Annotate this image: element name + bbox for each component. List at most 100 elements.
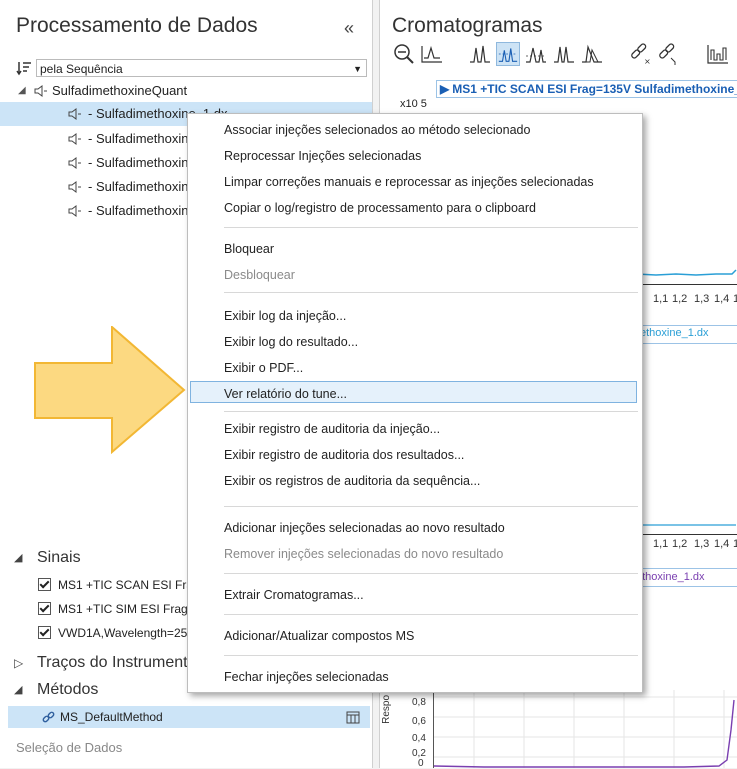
collapse-triangle-icon[interactable]: ◢ (14, 545, 22, 571)
menu-item[interactable]: Exibir registro de auditoria dos resulta… (224, 447, 464, 463)
tree-item-label: - Sulfadimethoxine (88, 203, 196, 218)
menu-separator (224, 614, 638, 615)
menu-item[interactable]: Associar injeções selecionados ao método… (224, 122, 530, 138)
menu-item[interactable]: Copiar o log/registro de processamento p… (224, 200, 536, 216)
x-tick-label: 1,4 (714, 293, 730, 305)
panel-title: Processamento de Dados (16, 14, 258, 37)
method-item-label: MS_DefaultMethod (60, 710, 163, 724)
x-tick-label: 1 (733, 293, 737, 305)
sort-select-value: pela Sequência (40, 62, 123, 76)
signal-item[interactable]: VWD1A,Wavelength=250 (38, 625, 194, 641)
menu-item[interactable]: Extrair Cromatogramas... (224, 587, 364, 603)
menu-item[interactable]: Exibir os registros de auditoria da sequ… (224, 473, 480, 489)
link-filter-icon[interactable] (656, 42, 680, 66)
tree-item-label: - Sulfadimethoxine (88, 179, 196, 194)
menu-item: Remover injeções selecionadas do novo re… (224, 547, 504, 561)
plot-header[interactable]: ▶ MS1 +TIC SCAN ESI Frag=135V Sulfadimeth… (436, 80, 737, 98)
zoom-icon[interactable] (392, 42, 416, 66)
tree-item-label: - Sulfadimethoxine (88, 155, 196, 170)
sort-icon[interactable] (16, 60, 32, 76)
y-tick-label: 0,4 (412, 733, 426, 744)
section-methods-title: Métodos (37, 681, 99, 698)
menu-item[interactable]: Exibir log do resultado... (224, 334, 358, 350)
menu-item[interactable]: Fechar injeções selecionadas (224, 669, 389, 685)
chromatogram-trace-1 (636, 269, 737, 276)
svg-text:×: × (644, 57, 651, 66)
speaker-icon (68, 157, 81, 169)
integrate-icon[interactable] (524, 42, 548, 66)
y-tick-label: 0,6 (412, 716, 426, 727)
x-tick-label: 1,1 (653, 293, 669, 305)
x-axis-line-2 (641, 534, 737, 535)
play-triangle-icon[interactable]: ▶ (440, 82, 449, 96)
menu-separator (224, 506, 638, 507)
menu-separator (224, 227, 638, 228)
plot-header-label: MS1 +TIC SCAN ESI Frag=135V Sulfadimetho… (452, 82, 737, 96)
x-tick-label: 1,4 (714, 538, 730, 550)
plot-2-label: ethoxine_1.dx (640, 327, 709, 339)
tree-root[interactable]: ◢ SulfadimethoxineQuant (0, 79, 372, 103)
menu-item[interactable]: Exibir log da injeção... (224, 308, 346, 324)
method-settings-icon[interactable] (346, 710, 360, 724)
y-tick-label: 0,8 (412, 697, 426, 708)
overlay-peaks-icon[interactable] (496, 42, 520, 66)
tree-item-label: - Sulfadimethoxine (88, 131, 196, 146)
x-axis-line-1 (641, 284, 737, 285)
section-instrument-traces-title: Traços do Instrumento (37, 654, 197, 671)
menu-separator (224, 573, 638, 574)
chromatogram-trace-2 (641, 524, 736, 526)
speaker-icon (68, 181, 81, 193)
section-signals-title: Sinais (37, 549, 81, 566)
menu-item[interactable]: Ver relatório do tune... (224, 386, 347, 402)
menu-item: Desbloquear (224, 268, 295, 282)
signal-label: VWD1A,Wavelength=250 (58, 626, 194, 640)
menu-item[interactable]: Bloquear (224, 241, 274, 257)
menu-separator (224, 655, 638, 656)
menu-separator (224, 411, 638, 412)
signal-checkbox[interactable] (38, 578, 51, 591)
menu-item[interactable]: Adicionar/Atualizar compostos MS (224, 628, 414, 644)
y-tick-label: 0 (418, 758, 424, 769)
tailing-peaks-icon[interactable] (580, 42, 604, 66)
pointer-arrow-icon (34, 326, 186, 454)
x-tick-label: 1,3 (694, 293, 710, 305)
y-axis-label: Respo (381, 695, 392, 724)
expand-triangle-icon[interactable]: ◢ (18, 79, 26, 103)
baseline-icon[interactable] (420, 42, 444, 66)
signal-checkbox[interactable] (38, 602, 51, 615)
menu-item[interactable]: Exibir o PDF... (224, 360, 303, 376)
plot-3-label: ethoxine_1.dx (636, 571, 705, 583)
y-axis-exponent: x10 5 (400, 98, 427, 110)
menu-item[interactable]: Limpar correções manuais e reprocessar a… (224, 174, 594, 190)
menu-separator (224, 292, 638, 293)
link-icon (42, 711, 55, 723)
collapse-chevrons-icon[interactable]: « (344, 18, 354, 39)
peaks-icon[interactable] (468, 42, 492, 66)
stacked-peaks-icon[interactable] (552, 42, 576, 66)
chromatograms-title: Cromatogramas (392, 14, 543, 37)
x-tick-label: 1,2 (672, 538, 688, 550)
collapse-triangle-icon[interactable]: ◢ (14, 677, 22, 703)
signal-checkbox[interactable] (38, 626, 51, 639)
x-tick-label: 1 (733, 538, 737, 550)
tree-root-label: SulfadimethoxineQuant (52, 83, 188, 98)
chromatogram-trace-3 (434, 690, 737, 768)
menu-item[interactable]: Adicionar injeções selecionadas ao novo … (224, 520, 505, 536)
expand-triangle-icon[interactable]: ▷ (14, 650, 23, 676)
context-menu: Associar injeções selecionados ao método… (187, 113, 643, 693)
speaker-icon (68, 205, 81, 217)
speaker-icon (68, 108, 81, 120)
x-tick-label: 1,3 (694, 538, 710, 550)
link-remove-icon[interactable]: × (628, 42, 652, 66)
speaker-icon (68, 133, 81, 145)
method-item[interactable]: MS_DefaultMethod (8, 706, 370, 728)
speaker-icon (34, 85, 47, 97)
sort-select[interactable]: pela Sequência ▼ (36, 59, 367, 77)
x-tick-label: 1,2 (672, 293, 688, 305)
chevron-down-icon: ▼ (353, 64, 362, 74)
x-tick-label: 1,1 (653, 538, 669, 550)
menu-item[interactable]: Reprocessar Injeções selecionadas (224, 148, 421, 164)
data-selection-label: Seleção de Dados (16, 740, 123, 755)
menu-item[interactable]: Exibir registro de auditoria da injeção.… (224, 421, 440, 437)
bar-chart-icon[interactable] (706, 42, 730, 66)
